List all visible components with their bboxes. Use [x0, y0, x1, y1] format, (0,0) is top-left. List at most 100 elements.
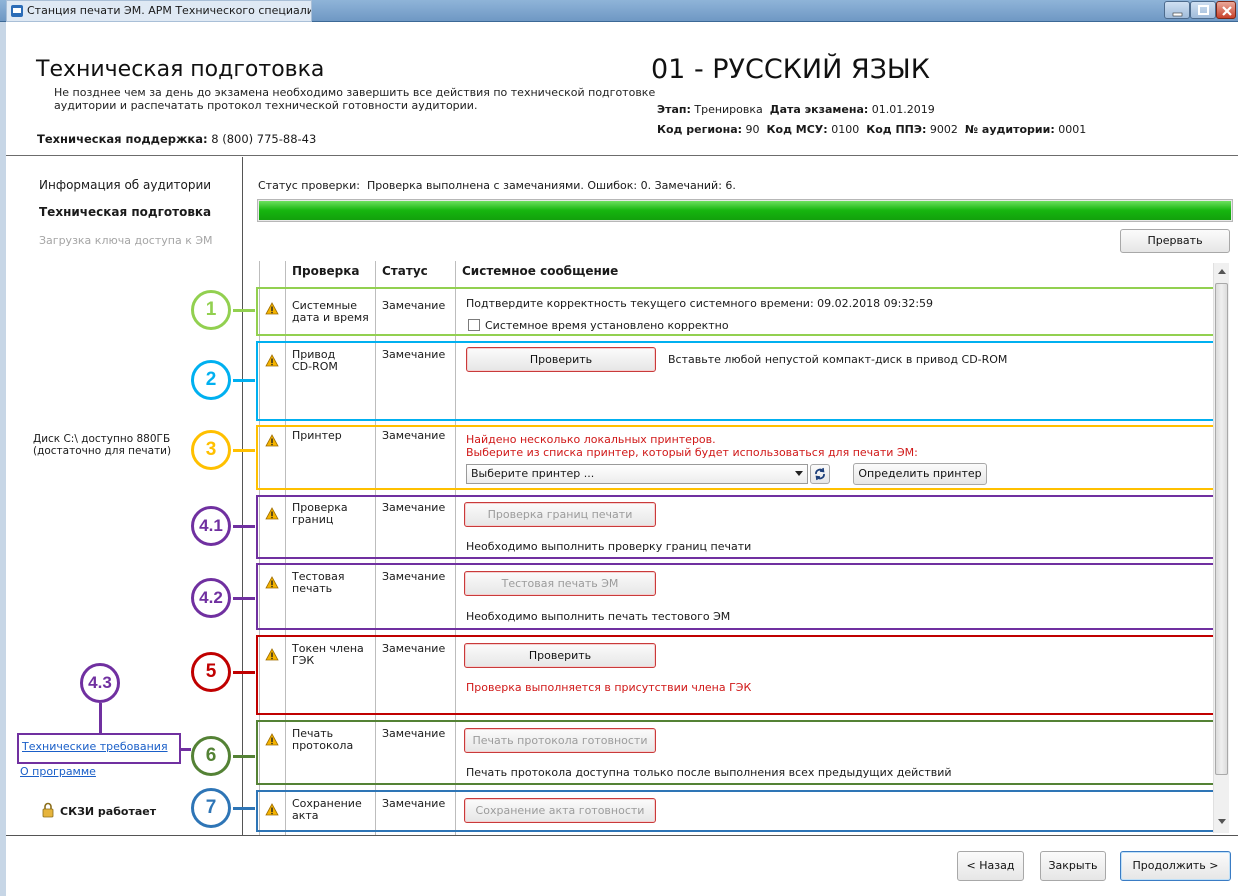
warning-icon [265, 302, 279, 315]
check-name: Печать протокола [292, 727, 354, 752]
date-label: Дата экзамена: [769, 103, 869, 116]
check-status-cell: Замечание [382, 727, 446, 740]
check-name: Системные дата и время [292, 299, 369, 324]
page-description: Не позднее чем за день до экзамена необх… [54, 86, 656, 112]
close-icon [1222, 6, 1232, 16]
lock-icon [42, 802, 54, 818]
next-button[interactable]: Продолжить > [1120, 851, 1231, 881]
column-check: Проверка [292, 264, 360, 278]
warning-icon [265, 434, 279, 447]
page-title: Техническая подготовка [36, 57, 325, 82]
check-status-cell: Замечание [382, 501, 446, 514]
refresh-icon [815, 467, 825, 481]
detect-printer-button[interactable]: Определить принтер [853, 463, 987, 485]
warning-icon [265, 733, 279, 746]
stage-label: Этап: [657, 103, 691, 116]
callout-badge: 7 [191, 788, 231, 828]
stage-value: Тренировка [694, 103, 763, 116]
callout-connector [233, 755, 255, 758]
printer-select[interactable]: Выберите принтер ... [466, 464, 808, 484]
support-label: Техническая поддержка: [37, 132, 208, 146]
window-title-tab: Станция печати ЭМ. АРМ Технического спец… [6, 0, 312, 22]
room-value: 0001 [1058, 123, 1087, 136]
save-act-button[interactable]: Сохранение акта готовности [464, 798, 656, 823]
callout-connector [181, 748, 191, 751]
test-print-button[interactable]: Тестовая печать ЭМ [464, 571, 656, 596]
callout-connector [233, 597, 255, 600]
test-print-message: Необходимо выполнить печать тестового ЭМ [466, 610, 731, 623]
skzi-status: СКЗИ работает [60, 805, 157, 818]
scroll-thumb[interactable] [1215, 283, 1228, 775]
print-bounds-button[interactable]: Проверка границ печати [464, 502, 656, 527]
callout-badge: 5 [191, 652, 231, 692]
maximize-icon [1198, 5, 1209, 15]
check-name: Сохранение акта [292, 797, 362, 822]
scroll-down-icon[interactable] [1218, 819, 1226, 825]
app-icon [11, 5, 23, 17]
print-protocol-button[interactable]: Печать протокола готовности [464, 728, 656, 753]
ppe-value: 9002 [929, 123, 958, 136]
sidebar-item-room-info[interactable]: Информация об аудитории [39, 178, 211, 192]
system-time-checkbox-label: Системное время установлено корректно [485, 319, 729, 332]
system-time-checkbox[interactable] [468, 319, 480, 331]
abort-button[interactable]: Прервать [1120, 229, 1230, 253]
exam-codes-line: Код региона: 90 Код МСУ: 0100 Код ППЭ: 9… [657, 123, 1086, 136]
check-status-cell: Замечание [382, 429, 446, 442]
check-token-button[interactable]: Проверить [464, 643, 656, 668]
callout-badge: 4.1 [191, 506, 231, 546]
exam-stage-line: Этап: Тренировка Дата экзамена: 01.01.20… [657, 103, 935, 116]
check-status-cell: Замечание [382, 570, 446, 583]
check-status-text: Проверка выполнена с замечаниями. Ошибок… [366, 179, 736, 192]
callout-badge: 4.3 [80, 663, 120, 703]
printer-message: Найдено несколько локальных принтеров. [466, 433, 716, 446]
footer: < Назад Закрыть Продолжить > [6, 835, 1238, 896]
close-window-button[interactable] [1216, 1, 1236, 19]
callout-connector [233, 309, 255, 312]
callout-badge: 3 [191, 430, 231, 470]
system-time-message: Подтвердите корректность текущего систем… [466, 297, 934, 310]
window-title-bar[interactable]: Станция печати ЭМ. АРМ Технического спец… [0, 0, 1238, 22]
region-value: 90 [745, 123, 760, 136]
region-label: Код региона: [657, 123, 743, 136]
refresh-printers-button[interactable] [810, 464, 830, 484]
date-value: 01.01.2019 [871, 103, 935, 116]
progress-bar [257, 199, 1233, 222]
msu-label: Код МСУ: [766, 123, 828, 136]
sidebar-item-tech-prep[interactable]: Техническая подготовка [39, 205, 211, 219]
warning-icon [265, 803, 279, 816]
check-name: Принтер [292, 429, 342, 442]
sidebar-item-key-load: Загрузка ключа доступа к ЭМ [39, 234, 213, 247]
warning-icon [265, 354, 279, 367]
callout-badge: 4.2 [191, 578, 231, 618]
callout-connector [233, 807, 255, 810]
tech-requirements-highlight [17, 733, 181, 764]
ppe-label: Код ППЭ: [866, 123, 927, 136]
scroll-up-icon[interactable] [1218, 269, 1226, 275]
chevron-down-icon [795, 471, 803, 476]
main-content: Статус проверки: Проверка выполнена с за… [244, 157, 1238, 835]
header: Техническая подготовка Не позднее чем за… [6, 22, 1238, 156]
warning-icon [265, 576, 279, 589]
warning-icon [265, 507, 279, 520]
minimize-icon [1172, 12, 1183, 17]
close-button[interactable]: Закрыть [1040, 851, 1106, 881]
print-protocol-message: Печать протокола доступна только после в… [466, 766, 952, 779]
check-status-cell: Замечание [382, 642, 446, 655]
exam-subject: 01 - РУССКИЙ ЯЗЫК [651, 54, 930, 85]
check-status-label: Статус проверки: [258, 179, 360, 192]
room-label: № аудитории: [964, 123, 1055, 136]
table-scrollbar[interactable] [1213, 263, 1229, 833]
check-status-cell: Замечание [382, 797, 446, 810]
check-status-cell: Замечание [382, 299, 446, 312]
maximize-button[interactable] [1190, 1, 1216, 19]
minimize-button[interactable] [1164, 1, 1190, 19]
token-message: Проверка выполняется в присутствии члена… [466, 681, 752, 694]
printer-select-value: Выберите принтер ... [471, 467, 595, 480]
check-cdrom-button[interactable]: Проверить [466, 347, 656, 372]
print-bounds-message: Необходимо выполнить проверку границ печ… [466, 540, 752, 553]
callout-connector [233, 449, 255, 452]
back-button[interactable]: < Назад [957, 851, 1024, 881]
callout-connector [233, 379, 255, 382]
column-status: Статус [382, 264, 428, 278]
about-link[interactable]: О программе [20, 765, 96, 778]
